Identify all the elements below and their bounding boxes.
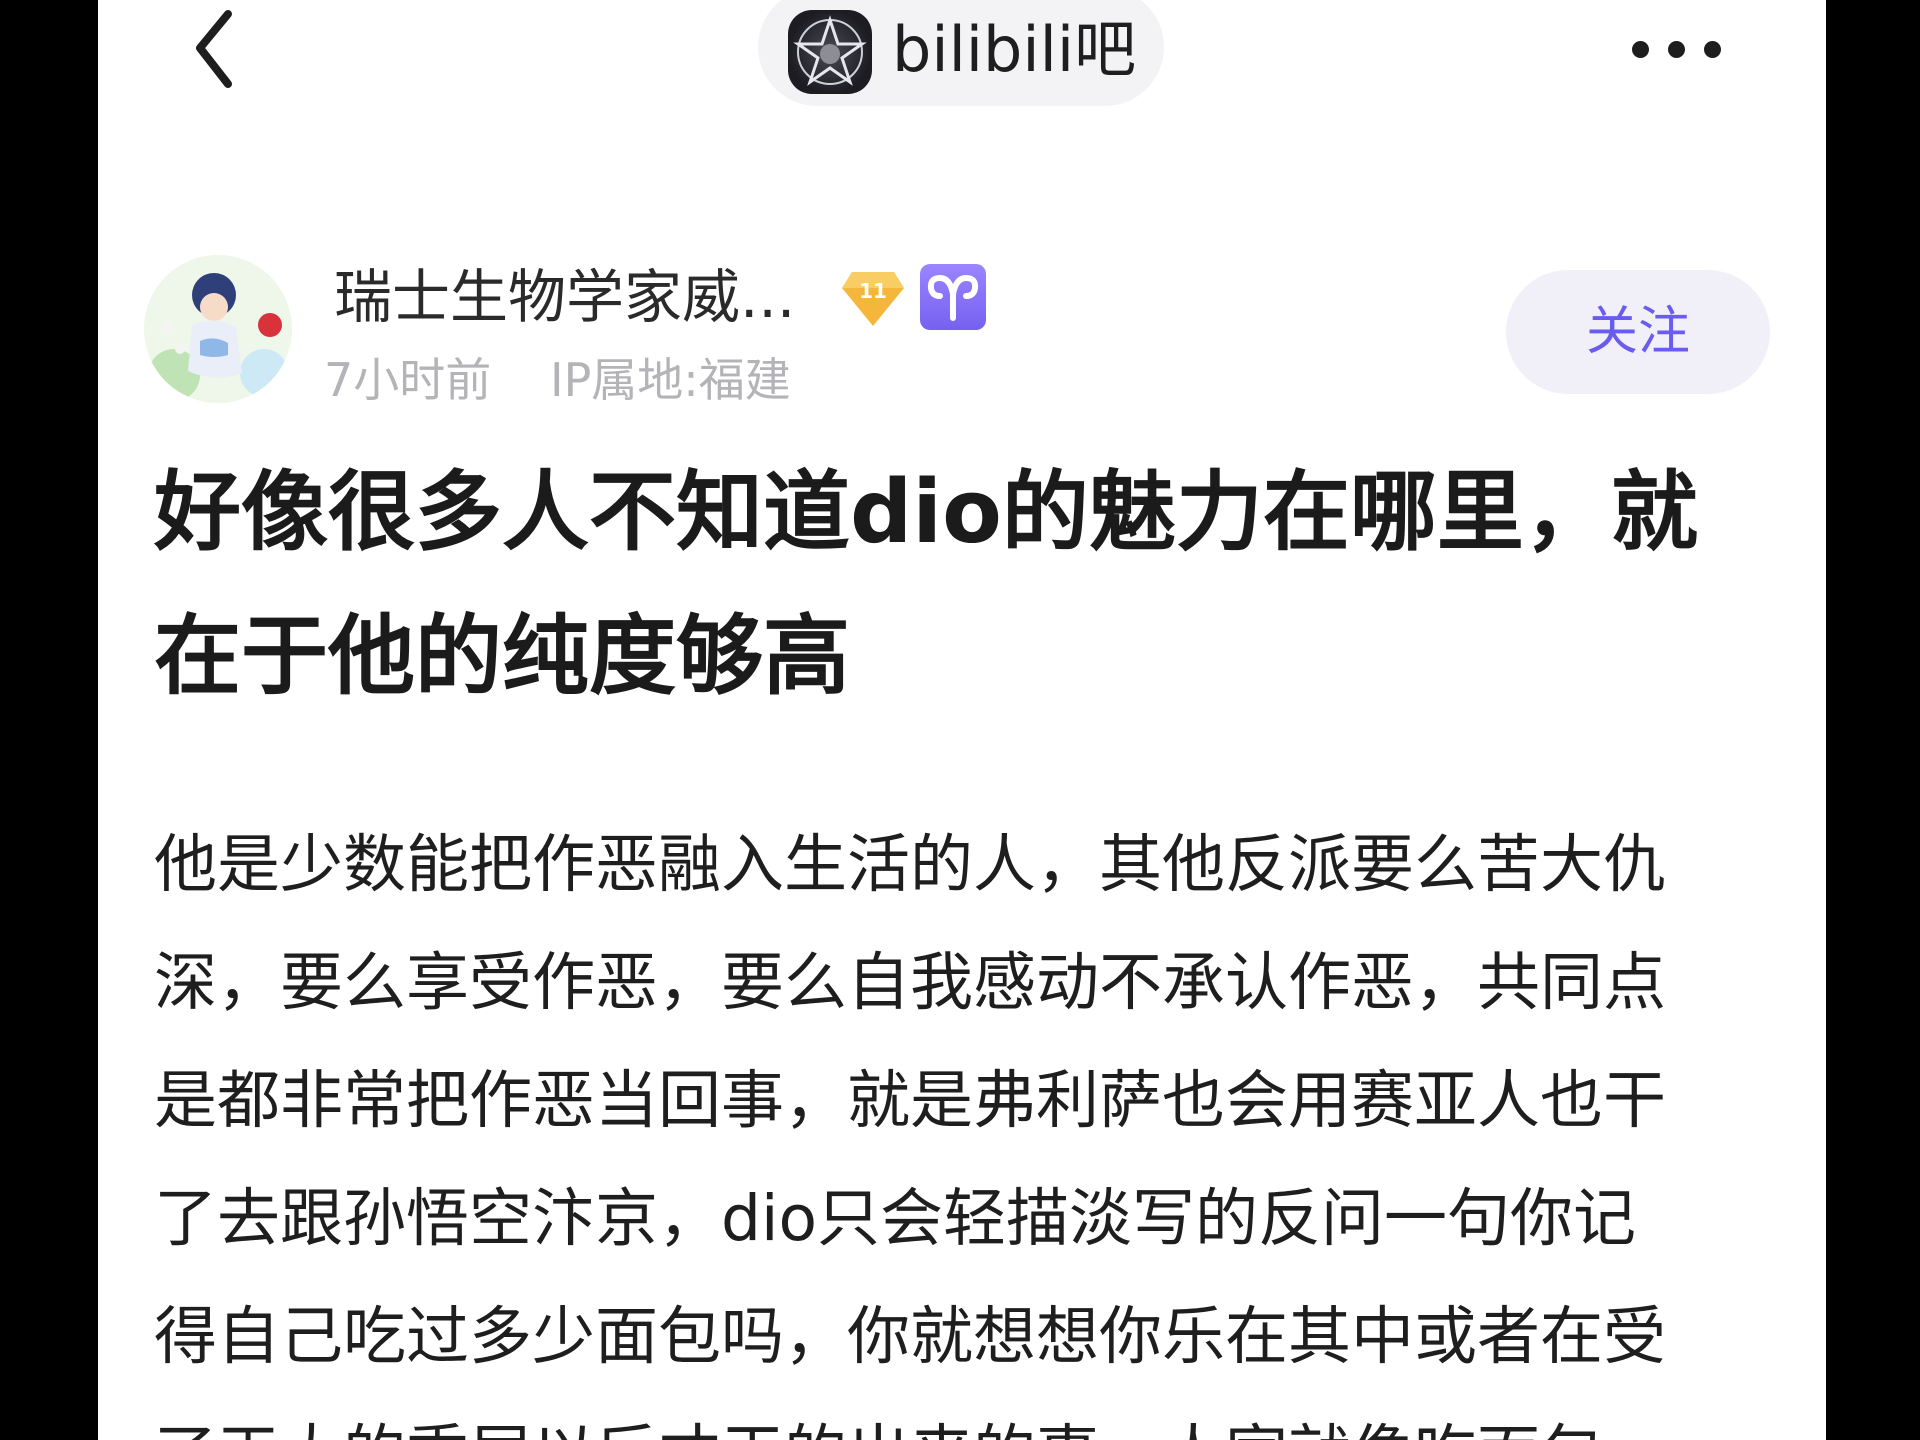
post-body-line: 了天大的委屈以后才干的出来的事，人家就像吃面包	[154, 1410, 1603, 1440]
forum-name: bilibili吧	[892, 13, 1137, 86]
forum-logo-icon	[788, 10, 872, 94]
post-time: 7小时前	[324, 353, 492, 407]
more-dot-icon	[1704, 41, 1721, 58]
follow-button[interactable]: 关注	[1506, 270, 1770, 394]
aries-icon	[920, 264, 986, 330]
level-badge: 11	[840, 268, 906, 330]
forum-entry-button[interactable]: bilibili吧	[758, 0, 1164, 106]
post-body-line: 了去跟孙悟空汴京，dio只会轻描淡写的反问一句你记	[154, 1182, 1637, 1255]
author-name[interactable]: 瑞士生物学家威...	[334, 262, 795, 332]
post-body-line: 得自己吃过多少面包吗，你就想想你乐在其中或者在受	[154, 1300, 1666, 1373]
post-body-line: 深，要么享受作恶，要么自我感动不承认作恶，共同点	[154, 946, 1666, 1019]
post-title-line: 在于他的纯度够高	[154, 605, 850, 707]
chevron-left-icon	[196, 10, 232, 88]
author-avatar[interactable]	[144, 255, 292, 403]
ip-location: IP属地:福建	[550, 353, 791, 407]
back-button[interactable]	[176, 0, 256, 100]
level-number: 11	[859, 279, 887, 303]
post-title-line: 好像很多人不知道dio的魅力在哪里，就	[154, 461, 1698, 563]
diamond-level-icon: 11	[842, 272, 904, 326]
more-options-button[interactable]	[1622, 30, 1732, 70]
more-dot-icon	[1668, 41, 1685, 58]
post-page: bilibili吧 瑞士生物学家威... 11 7小时前 IP属地:福建 关注 …	[98, 0, 1826, 1440]
post-body-line: 他是少数能把作恶融入生活的人，其他反派要么苦大仇	[154, 828, 1666, 901]
more-dot-icon	[1632, 41, 1649, 58]
post-body-line: 是都非常把作恶当回事，就是弗利萨也会用赛亚人也干	[154, 1064, 1666, 1137]
